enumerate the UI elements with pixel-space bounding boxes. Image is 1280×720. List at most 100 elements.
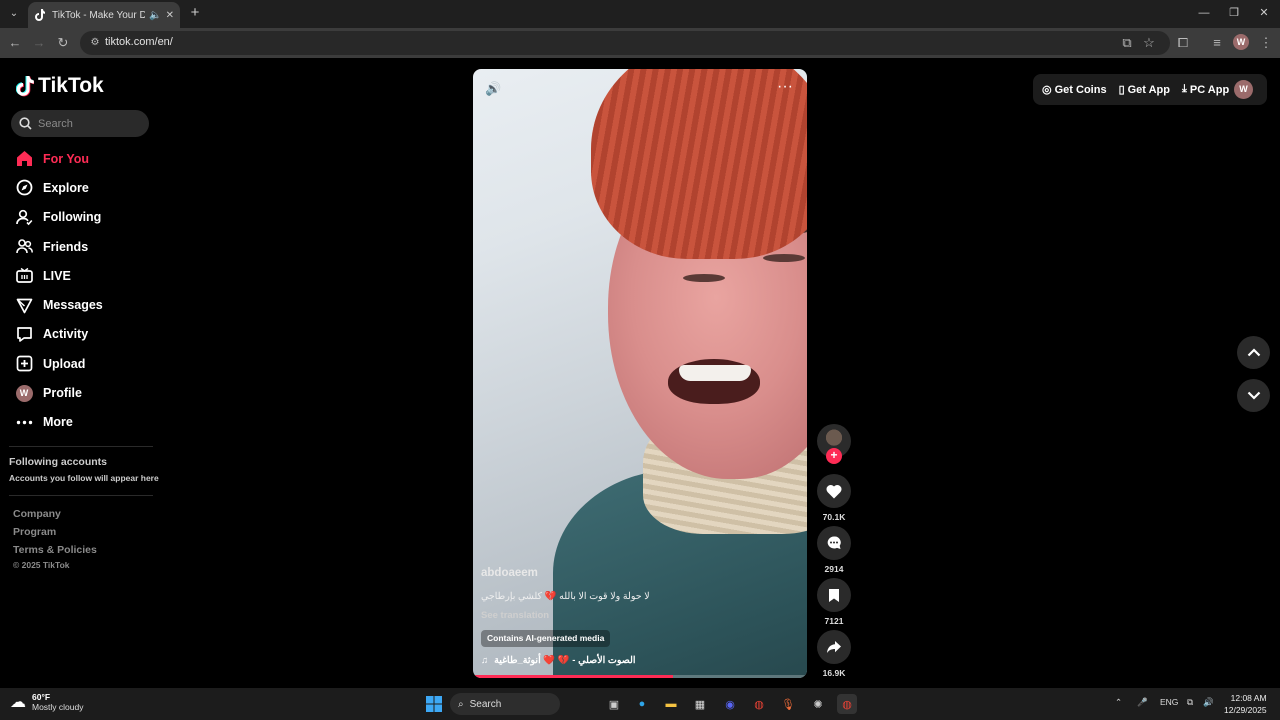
- nav-label: Friends: [43, 239, 89, 254]
- nav-label: Activity: [43, 327, 89, 342]
- search-input[interactable]: [38, 117, 138, 130]
- weather-temp: 60°F: [32, 692, 51, 702]
- store-icon[interactable]: ▦: [690, 694, 710, 714]
- nav-label: Following: [43, 210, 102, 225]
- tab-search-icon[interactable]: ⌄: [6, 6, 22, 22]
- phone-icon: ▯: [1118, 84, 1125, 96]
- maximize-icon[interactable]: ❐: [1219, 4, 1249, 22]
- nav-item-explore[interactable]: Explore: [15, 173, 155, 202]
- ai-generated-badge: Contains AI-generated media: [481, 630, 611, 647]
- language-indicator[interactable]: ENG: [1160, 697, 1178, 707]
- file-explorer-icon[interactable]: ▬: [661, 694, 681, 714]
- weather-widget[interactable]: ☁ 60°F Mostly cloudy: [10, 692, 84, 712]
- nav-label: LIVE: [43, 268, 71, 283]
- save-count: 7121: [824, 616, 844, 626]
- taskbar-search[interactable]: ⌕ Search: [450, 693, 560, 715]
- following-accounts-subtitle: Accounts you follow will appear here: [9, 473, 159, 483]
- chevron-up-icon: [1247, 348, 1260, 357]
- edge-icon[interactable]: ●: [632, 694, 652, 714]
- like-action[interactable]: 70.1K: [817, 474, 851, 522]
- music-note-icon: ♫: [481, 655, 489, 666]
- nav-item-upload[interactable]: Upload: [15, 349, 155, 378]
- system-clock[interactable]: 12:08 AM 12/29/2025: [1224, 692, 1267, 716]
- browser-menu-icon[interactable]: ⋮: [1257, 34, 1275, 52]
- site-info-icon[interactable]: ⚙: [88, 36, 102, 50]
- bookmark-star-icon[interactable]: ☆: [1140, 34, 1158, 52]
- comment-icon[interactable]: [817, 526, 851, 560]
- video-username[interactable]: abdoaeem: [481, 567, 538, 579]
- media-controls-icon[interactable]: ≡: [1208, 34, 1226, 52]
- more-options-icon[interactable]: ···: [775, 79, 795, 99]
- browser-profile-avatar[interactable]: W: [1233, 34, 1249, 50]
- forward-icon[interactable]: →: [30, 34, 48, 52]
- bookmark-icon[interactable]: [817, 578, 851, 612]
- nav-item-for-you[interactable]: For You: [15, 144, 155, 173]
- messages-icon: [15, 296, 33, 314]
- tiktok-logo-icon: [16, 75, 34, 96]
- user-follow-icon: [15, 208, 33, 226]
- search-icon: [19, 117, 32, 130]
- search-bar[interactable]: [11, 110, 149, 137]
- nav-item-following[interactable]: Following: [15, 203, 155, 232]
- footer-link-terms[interactable]: Terms & Policies: [13, 544, 97, 556]
- share-icon[interactable]: [817, 630, 851, 664]
- chrome-icon[interactable]: ◍: [749, 694, 769, 714]
- nav-item-live[interactable]: LIVE: [15, 261, 155, 290]
- app-icon[interactable]: ✺: [808, 694, 828, 714]
- save-action[interactable]: 7121: [817, 578, 851, 626]
- address-bar[interactable]: ⚙ tiktok.com/en/: [80, 31, 1170, 55]
- new-tab-button[interactable]: +: [186, 4, 204, 22]
- back-icon[interactable]: ←: [6, 34, 24, 52]
- get-coins-button[interactable]: ◎ Get Coins: [1042, 83, 1107, 97]
- copyright-text: © 2025 TikTok: [13, 560, 70, 570]
- mic-app-icon[interactable]: 🎙: [778, 694, 798, 714]
- heart-icon[interactable]: [817, 474, 851, 508]
- live-icon: [15, 267, 33, 285]
- previous-video-button[interactable]: [1237, 336, 1270, 369]
- close-tab-icon[interactable]: ✕: [166, 10, 174, 21]
- comment-count: 2914: [824, 564, 844, 574]
- nav-label: Profile: [43, 386, 82, 401]
- tray-overflow-icon[interactable]: ⌃: [1115, 697, 1122, 708]
- get-app-button[interactable]: ▯ Get App: [1118, 83, 1170, 97]
- tiktok-logo[interactable]: TikTok: [16, 74, 104, 98]
- see-translation-link[interactable]: See translation: [481, 610, 549, 621]
- coin-icon: ◎: [1042, 84, 1052, 96]
- volume-icon[interactable]: 🔊: [1203, 697, 1214, 708]
- share-action[interactable]: 16.9K: [817, 630, 851, 678]
- video-music[interactable]: ♫ الصوت الأصلي - 💔 ❤️ أنوثة_طاغية: [481, 655, 636, 666]
- video-frame-teeth: [679, 365, 751, 381]
- nav-item-friends[interactable]: Friends: [15, 232, 155, 261]
- comment-action[interactable]: 2914: [817, 526, 851, 574]
- browser-tab[interactable]: TikTok - Make Your Day 🔈 ✕: [28, 2, 180, 28]
- user-avatar[interactable]: W: [1234, 80, 1253, 99]
- activity-icon: [15, 325, 33, 343]
- video-progress-fill: [473, 675, 674, 678]
- extensions-icon[interactable]: ⧠: [1174, 34, 1192, 52]
- video-caption: لا حولة ولا قوت الا بالله 💔 كلشي بإرطاجي: [481, 591, 650, 602]
- reload-icon[interactable]: ↻: [54, 34, 72, 52]
- footer-link-program[interactable]: Program: [13, 526, 56, 538]
- video-progress-bar[interactable]: [473, 675, 807, 678]
- nav-item-messages[interactable]: Messages: [15, 290, 155, 319]
- windows-start-icon[interactable]: [424, 694, 444, 714]
- mute-icon[interactable]: 🔊: [485, 81, 503, 99]
- network-icon[interactable]: ⧉: [1187, 697, 1193, 708]
- nav-item-more[interactable]: More: [15, 408, 155, 437]
- video-player[interactable]: 🔊 ··· abdoaeem لا حولة ولا قوت الا بالله…: [473, 69, 807, 678]
- next-video-button[interactable]: [1237, 379, 1270, 412]
- microphone-tray-icon[interactable]: 🎤: [1137, 697, 1148, 708]
- video-frame-eye: [683, 274, 725, 282]
- nav-item-profile[interactable]: W Profile: [15, 378, 155, 407]
- install-app-icon[interactable]: ⧉: [1118, 34, 1136, 52]
- follow-plus-icon[interactable]: +: [826, 448, 842, 464]
- nav-item-activity[interactable]: Activity: [15, 320, 155, 349]
- footer-link-company[interactable]: Company: [13, 508, 61, 520]
- minimize-icon[interactable]: —: [1189, 4, 1219, 22]
- task-view-icon[interactable]: ▣: [604, 694, 624, 714]
- chrome-active-icon[interactable]: ◍: [837, 694, 857, 714]
- close-window-icon[interactable]: ✕: [1249, 4, 1279, 22]
- pc-app-button[interactable]: ⤓ PC App: [1182, 83, 1229, 96]
- speaker-icon[interactable]: 🔈: [149, 10, 161, 21]
- discord-icon[interactable]: ◉: [720, 694, 740, 714]
